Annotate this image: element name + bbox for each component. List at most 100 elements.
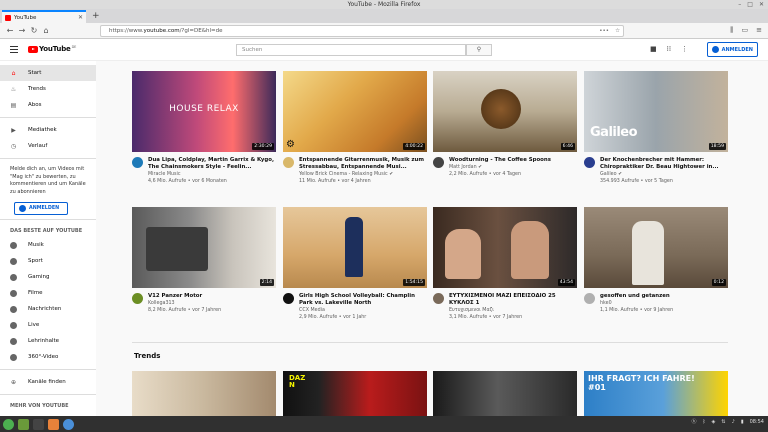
trend-video-thumbnail[interactable]: IHR FRAGT? ICH FAHRE! #01 — [584, 371, 728, 416]
channel-avatar[interactable] — [132, 293, 143, 304]
close-window-icon[interactable]: ✕ — [759, 0, 764, 9]
reload-icon[interactable]: ↻ — [28, 26, 40, 35]
home-icon: ⌂ — [11, 69, 16, 77]
sidebar-item-abos[interactable]: ▤ Abos — [0, 97, 96, 113]
video-title[interactable]: Der Knochenbrecher mit Hammer: Chiroprak… — [600, 157, 728, 171]
maximize-icon[interactable]: □ — [747, 0, 753, 9]
sidebar-item-verlauf[interactable]: ◷ Verlauf — [0, 138, 96, 154]
forward-icon[interactable]: → — [16, 26, 28, 35]
volume-icon[interactable]: ♪ — [732, 419, 735, 425]
video-thumbnail[interactable]: ⚙ 4:00:22 — [283, 71, 427, 152]
sidebar-item-live[interactable]: Live — [0, 317, 96, 333]
video-card[interactable]: 43:54 ΕΥΤΥΧΙΣΜΕΝΟΙ ΜΑΖΙ ΕΠΕΙΣΟΔΙΟ 25 ΚΥΚ… — [433, 207, 577, 321]
home-browser-icon[interactable]: ⌂ — [40, 26, 52, 35]
sidebar-item-sport[interactable]: Sport — [0, 253, 96, 269]
video-card[interactable]: 0:12 gesoffen und getanzen hke0 1,1 Mio.… — [584, 207, 728, 314]
library-browser-icon[interactable]: ⫼ — [730, 26, 733, 35]
sidebar-item-nachrichten[interactable]: Nachrichten — [0, 301, 96, 317]
sidebar-item-start[interactable]: ⌂ Start — [0, 65, 96, 81]
search-input[interactable]: Suchen — [236, 44, 466, 56]
search-button[interactable]: ⚲ — [466, 44, 492, 56]
video-thumbnail[interactable]: 2:14 — [132, 207, 276, 288]
trend-video-thumbnail[interactable]: DAZN — [283, 371, 427, 416]
sidebar-item-lehrinhalte[interactable]: Lehrinhalte — [0, 333, 96, 349]
window-controls: – □ ✕ — [738, 0, 764, 9]
sidebar-item-label: Sport — [28, 258, 43, 264]
video-stats: 8,2 Mio. Aufrufe • vor 7 Jahren — [148, 307, 222, 313]
shield-icon[interactable]: ◈ — [712, 419, 716, 425]
channel-avatar[interactable] — [132, 157, 143, 168]
video-title[interactable]: Girls High School Volleyball: Champlin P… — [299, 293, 427, 307]
start-menu-icon[interactable] — [3, 418, 14, 430]
sidebar-item-musik[interactable]: Musik — [0, 237, 96, 253]
guide-menu-icon[interactable] — [10, 46, 18, 53]
sidebar-item-filme[interactable]: Filme — [0, 285, 96, 301]
clock[interactable]: 08:54 — [750, 419, 764, 425]
sidebar-item-kanaele-finden[interactable]: ⊕ Kanäle finden — [0, 374, 96, 390]
firefox-icon[interactable] — [48, 418, 59, 430]
channel-avatar[interactable] — [433, 157, 444, 168]
terminal-icon[interactable] — [33, 418, 44, 430]
video-thumbnail[interactable]: 43:54 — [433, 207, 577, 288]
url-prefix: https://www. — [109, 28, 144, 34]
360-video-icon — [10, 353, 17, 361]
sidebar-item-360-video[interactable]: 360°-Video — [0, 349, 96, 365]
chrome-icon[interactable] — [63, 418, 74, 430]
menu-icon[interactable]: ≡ — [756, 26, 762, 35]
thumbnail-object — [511, 221, 549, 279]
hp-icon[interactable]: ⓗ — [692, 418, 697, 425]
sidebar-item-label: 360°-Video — [28, 354, 59, 360]
youtube-logo[interactable]: YouTube DE — [28, 45, 76, 53]
video-card[interactable]: 6:46 Woodturning - The Coffee Spoons Mat… — [433, 71, 577, 178]
page-actions-icon[interactable]: ••• — [599, 26, 609, 36]
minimize-icon[interactable]: – — [738, 0, 741, 9]
video-title[interactable]: V12 Panzer Motor — [148, 293, 276, 300]
battery-icon[interactable]: ▮ — [741, 419, 744, 425]
video-duration: 43:54 — [557, 279, 575, 286]
video-card[interactable]: HOUSE RELAX 2:30:29 Dua Lipa, Coldplay, … — [132, 71, 276, 185]
video-card[interactable]: 1:54:15 Girls High School Volleyball: Ch… — [283, 207, 427, 321]
video-card[interactable]: Galileo 18:59 Der Knochenbrecher mit Ham… — [584, 71, 728, 185]
browser-tab[interactable]: YouTube ✕ — [2, 10, 86, 23]
sidebar-item-label: Mediathek — [28, 127, 57, 133]
new-tab-button[interactable]: + — [92, 10, 100, 22]
bluetooth-icon[interactable]: ᛒ — [703, 419, 706, 425]
channel-avatar[interactable] — [283, 157, 294, 168]
back-icon[interactable]: ← — [4, 26, 16, 35]
video-thumbnail[interactable]: 0:12 — [584, 207, 728, 288]
apps-grid-icon[interactable]: ⁞⁞ — [667, 45, 671, 53]
channel-avatar[interactable] — [584, 157, 595, 168]
close-tab-icon[interactable]: ✕ — [78, 14, 83, 21]
video-card[interactable]: 2:14 V12 Panzer Motor Kollega313 8,2 Mio… — [132, 207, 276, 314]
channel-avatar[interactable] — [283, 293, 294, 304]
sport-icon — [10, 257, 17, 265]
video-card[interactable]: ⚙ 4:00:22 Entspannende Gitarrenmusik, Mu… — [283, 71, 427, 185]
video-title[interactable]: gesoffen und getanzen — [600, 293, 728, 300]
video-thumbnail[interactable]: 1:54:15 — [283, 207, 427, 288]
sidebar-item-trends[interactable]: ♨ Trends — [0, 81, 96, 97]
upload-video-icon[interactable]: ■ — [650, 45, 657, 53]
video-thumbnail[interactable]: HOUSE RELAX 2:30:29 — [132, 71, 276, 152]
video-thumbnail[interactable]: 6:46 — [433, 71, 577, 152]
network-icon[interactable]: ⇅ — [721, 419, 725, 425]
video-title[interactable]: Entspannende Gitarrenmusik, Musik zum St… — [299, 157, 427, 171]
video-thumbnail[interactable]: Galileo 18:59 — [584, 71, 728, 152]
signin-button[interactable]: ANMELDEN — [706, 42, 758, 57]
video-title[interactable]: ΕΥΤΥΧΙΣΜΕΝΟΙ ΜΑΖΙ ΕΠΕΙΣΟΔΙΟ 25 ΚΥΚΛΟΣ 1 — [449, 293, 577, 307]
file-manager-icon[interactable] — [18, 418, 29, 430]
sidebar-toggle-icon[interactable]: ▭ — [742, 26, 749, 35]
trend-video-thumbnail[interactable] — [132, 371, 276, 416]
sidebar-signin-button[interactable]: ANMELDEN — [14, 202, 68, 215]
video-title[interactable]: Woodturning - The Coffee Spoons — [449, 157, 577, 164]
search-icon: ⚲ — [476, 46, 482, 53]
more-vert-icon[interactable]: ⋮ — [681, 45, 688, 53]
trend-video-thumbnail[interactable] — [433, 371, 577, 416]
sidebar-item-mediathek[interactable]: ▶ Mediathek — [0, 122, 96, 138]
video-title[interactable]: Dua Lipa, Coldplay, Martin Garrix & Kygo… — [148, 157, 276, 171]
channel-avatar[interactable] — [433, 293, 444, 304]
sidebar-item-label: Verlauf — [28, 143, 48, 149]
channel-avatar[interactable] — [584, 293, 595, 304]
bookmark-star-icon[interactable]: ☆ — [615, 26, 620, 36]
url-bar[interactable]: https://www.youtube.com/?gl=DE&hl=de •••… — [100, 25, 624, 37]
sidebar-item-gaming[interactable]: Gaming — [0, 269, 96, 285]
